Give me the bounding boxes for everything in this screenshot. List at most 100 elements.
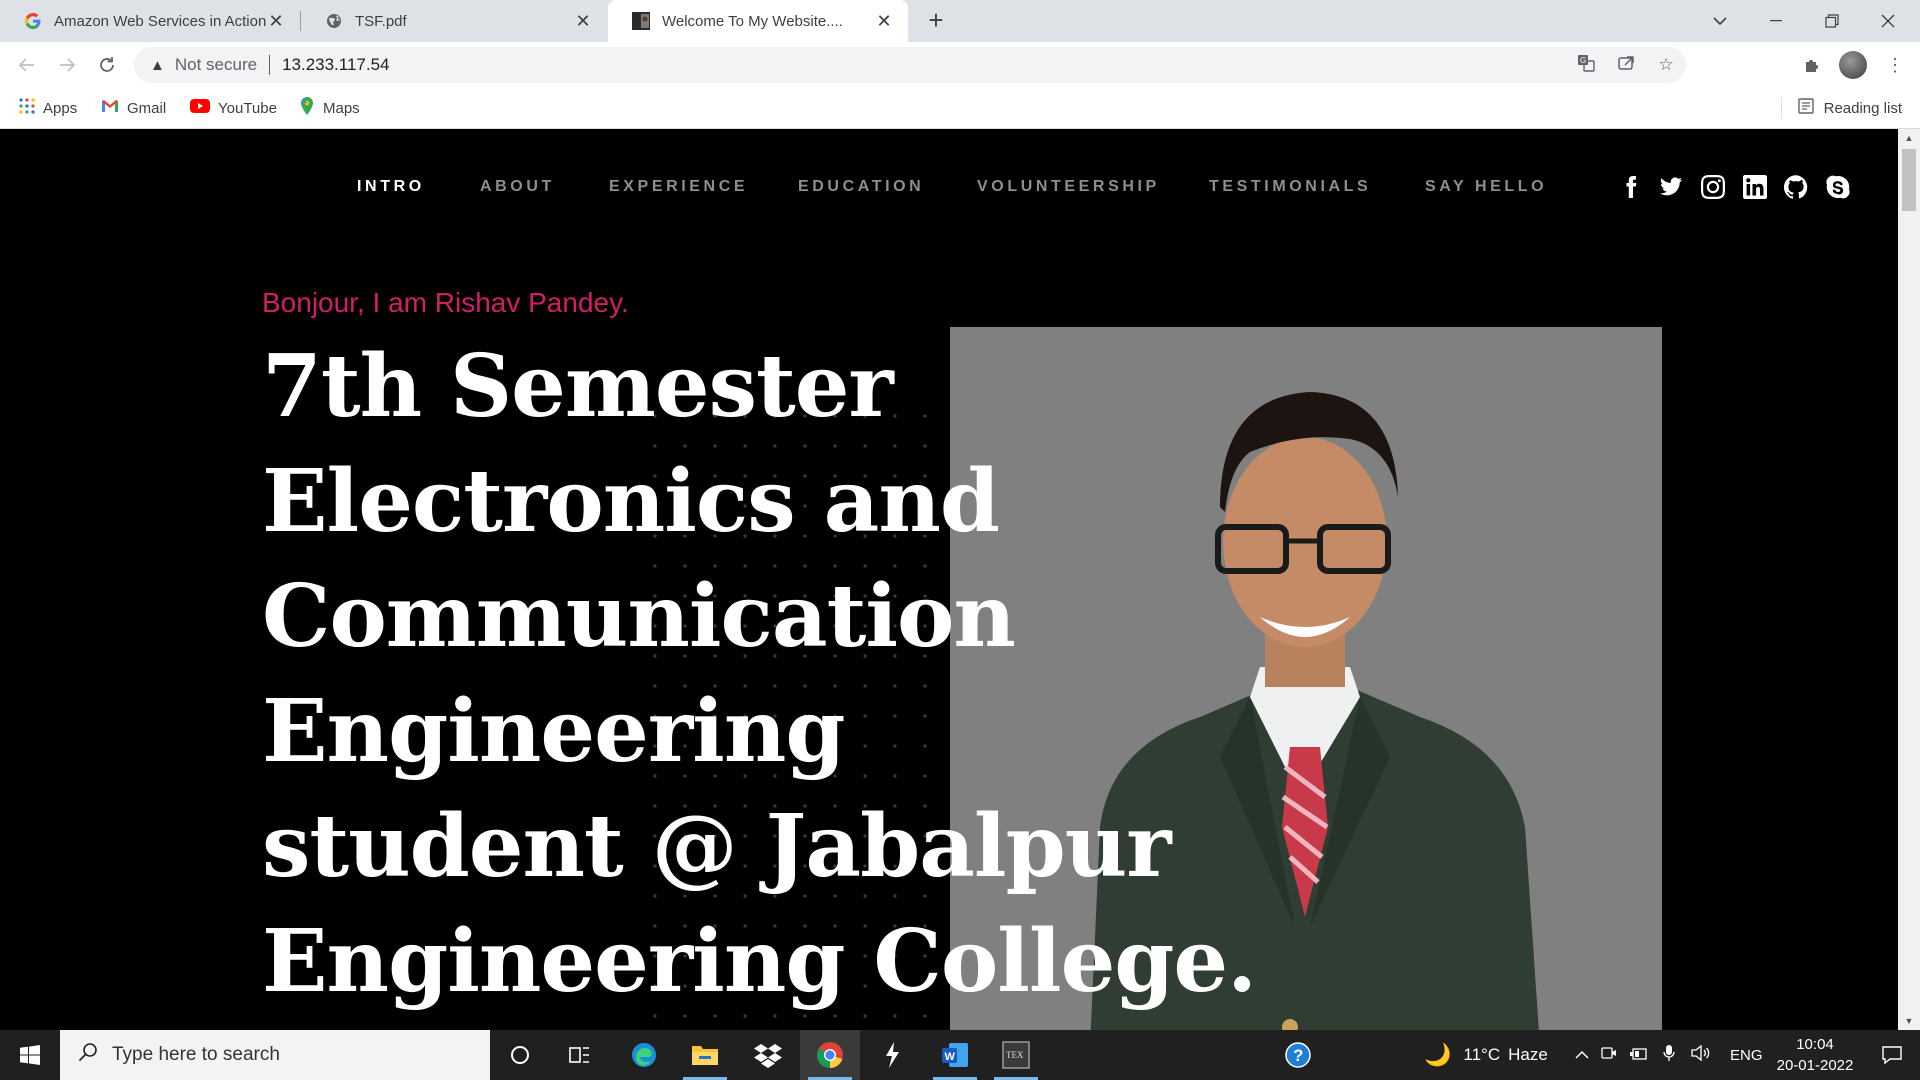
file-explorer-icon[interactable]	[675, 1030, 735, 1080]
close-tab-icon[interactable]: ✕	[573, 11, 593, 31]
dropbox-icon[interactable]	[738, 1030, 798, 1080]
skype-icon[interactable]	[1823, 172, 1853, 202]
windows-start-button[interactable]	[0, 1030, 60, 1080]
nav-volunteership[interactable]: VOLUNTEERSHIP	[977, 178, 1160, 196]
bookmark-label: Maps	[323, 99, 360, 117]
close-tab-icon[interactable]: ✕	[874, 11, 894, 31]
taskbar-clock[interactable]: 10:04 20-01-2022	[1770, 1034, 1860, 1076]
headline-line: Communication	[262, 566, 1016, 667]
nav-intro[interactable]: INTRO	[357, 178, 425, 196]
gmail-icon	[101, 99, 119, 117]
headline-line: Engineering	[262, 681, 845, 782]
minimize-button[interactable]	[1748, 0, 1804, 42]
back-button[interactable]	[12, 50, 42, 80]
headline-line: Electronics and	[262, 451, 1000, 552]
restore-button[interactable]	[1804, 0, 1860, 42]
globe-icon	[325, 12, 343, 30]
chrome-icon[interactable]	[800, 1030, 860, 1080]
clock-date: 20-01-2022	[1776, 1057, 1854, 1074]
instagram-icon[interactable]	[1698, 172, 1728, 202]
meet-now-icon[interactable]	[1594, 1045, 1624, 1065]
windows-taskbar: Type here to search W TEX ? 🌙 11°C Haze	[0, 1030, 1920, 1080]
nav-say-hello[interactable]: SAY HELLO	[1425, 178, 1547, 196]
reading-list-label: Reading list	[1823, 99, 1902, 117]
bookmark-apps[interactable]: Apps	[19, 88, 77, 128]
word-icon[interactable]: W	[925, 1030, 985, 1080]
help-question-icon[interactable]: ?	[1268, 1030, 1328, 1080]
url-text[interactable]: 13.233.117.54	[282, 55, 389, 75]
headline-line: 7th Semester	[262, 336, 894, 437]
share-icon[interactable]	[1606, 54, 1646, 77]
reading-list-icon	[1797, 98, 1814, 118]
task-view-icon[interactable]	[550, 1030, 610, 1080]
tab-title: Welcome To My Website....	[662, 12, 843, 30]
maps-icon	[299, 97, 315, 119]
edge-icon[interactable]	[614, 1030, 674, 1080]
cortana-icon[interactable]	[490, 1030, 550, 1080]
browser-toolbar: ▲ Not secure 13.233.117.54 G ☆ ⋮	[0, 42, 1920, 88]
notification-center-icon[interactable]	[1870, 1030, 1914, 1080]
nav-experience[interactable]: EXPERIENCE	[609, 178, 748, 196]
tab-strip: Amazon Web Services in Action - ✕ TSF.pd…	[0, 0, 1920, 42]
bookmark-maps[interactable]: Maps	[299, 88, 360, 128]
close-tab-icon[interactable]: ✕	[266, 11, 286, 31]
bookmark-label: Gmail	[127, 99, 167, 117]
nav-education[interactable]: EDUCATION	[798, 178, 924, 196]
profile-avatar[interactable]	[1839, 51, 1867, 79]
tab-amazon-web-services[interactable]: Amazon Web Services in Action - ✕	[0, 0, 300, 42]
tab-search-chevron-icon[interactable]	[1692, 0, 1748, 42]
bookmark-gmail[interactable]: Gmail	[101, 88, 166, 128]
reading-list-button[interactable]: Reading list	[1780, 88, 1902, 128]
address-bar[interactable]: ▲ Not secure 13.233.117.54 G ☆	[134, 47, 1686, 83]
moon-haze-icon: 🌙	[1424, 1042, 1452, 1067]
apps-grid-icon	[19, 98, 35, 118]
bookmarks-bar: Apps Gmail YouTube Maps Reading list	[0, 88, 1920, 129]
github-icon[interactable]	[1781, 172, 1811, 202]
translate-icon[interactable]: G	[1566, 54, 1606, 77]
language-indicator[interactable]: ENG	[1730, 1047, 1763, 1064]
microphone-icon[interactable]	[1654, 1044, 1684, 1067]
site-thumbnail-icon	[632, 12, 650, 30]
warning-triangle-icon[interactable]: ▲	[150, 57, 165, 74]
twitter-icon[interactable]	[1656, 172, 1686, 202]
svg-text:?: ?	[1293, 1046, 1303, 1065]
search-placeholder: Type here to search	[112, 1044, 280, 1065]
taskbar-search[interactable]: Type here to search	[60, 1030, 490, 1080]
scroll-down-arrow-icon[interactable]: ▼	[1898, 1012, 1920, 1030]
tab-tsf-pdf[interactable]: TSF.pdf ✕	[301, 0, 607, 42]
new-tab-button[interactable]: +	[922, 7, 950, 35]
lightning-app-icon[interactable]	[862, 1030, 922, 1080]
scroll-thumb[interactable]	[1902, 149, 1916, 211]
tab-title: Amazon Web Services in Action -	[54, 12, 266, 30]
tex-editor-icon[interactable]: TEX	[986, 1030, 1046, 1080]
reload-button[interactable]	[92, 50, 122, 80]
weather-condition: Haze	[1508, 1045, 1548, 1064]
security-label[interactable]: Not secure	[175, 55, 257, 75]
linkedin-icon[interactable]	[1740, 172, 1770, 202]
volume-icon[interactable]	[1684, 1044, 1718, 1066]
facebook-icon[interactable]	[1616, 172, 1646, 202]
page-viewport: INTRO ABOUT EXPERIENCE EDUCATION VOLUNTE…	[0, 129, 1898, 1030]
nav-about[interactable]: ABOUT	[480, 178, 555, 196]
bookmark-youtube[interactable]: YouTube	[190, 88, 277, 128]
close-window-button[interactable]	[1860, 0, 1916, 42]
menu-kebab-icon[interactable]: ⋮	[1880, 50, 1910, 80]
bookmark-label: Apps	[43, 99, 78, 117]
tab-title: TSF.pdf	[355, 12, 407, 30]
system-tray: ENG	[1570, 1030, 1763, 1080]
svg-text:TEX: TEX	[1006, 1050, 1024, 1060]
page-scrollbar[interactable]: ▲ ▼	[1898, 129, 1920, 1030]
forward-button[interactable]	[52, 50, 82, 80]
address-divider	[269, 55, 271, 75]
battery-power-icon[interactable]	[1624, 1045, 1654, 1065]
tray-chevron-up-icon[interactable]	[1570, 1045, 1594, 1065]
google-g-icon	[24, 12, 42, 30]
clock-time: 10:04	[1796, 1036, 1834, 1053]
nav-testimonials[interactable]: TESTIMONIALS	[1209, 178, 1371, 196]
weather-widget[interactable]: 🌙 11°C Haze	[1424, 1030, 1548, 1080]
bookmark-star-icon[interactable]: ☆	[1646, 55, 1686, 75]
scroll-up-arrow-icon[interactable]: ▲	[1898, 129, 1920, 147]
extensions-puzzle-icon[interactable]	[1797, 50, 1827, 80]
youtube-icon	[190, 99, 210, 117]
tab-welcome-website[interactable]: Welcome To My Website.... ✕	[608, 0, 908, 42]
